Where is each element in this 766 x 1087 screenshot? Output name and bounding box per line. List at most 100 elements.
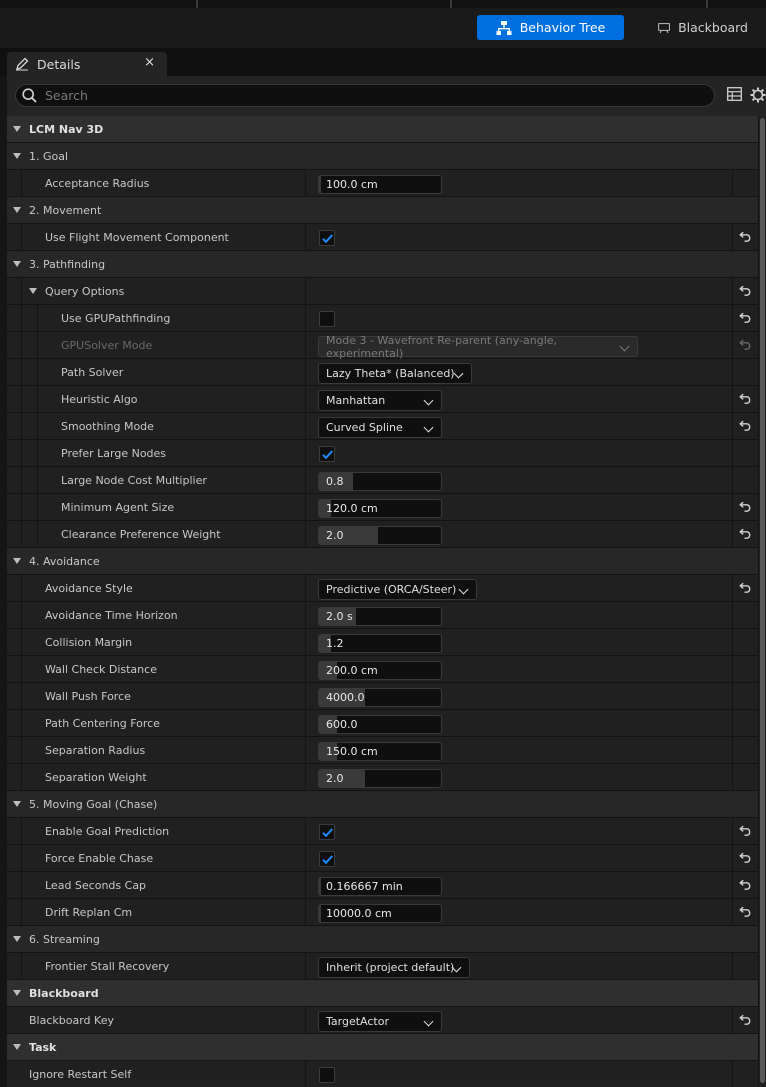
dropdown-value: Inherit (project default)	[326, 961, 455, 974]
scrollbar-thumb[interactable]	[760, 118, 765, 1083]
reset-cell	[732, 278, 758, 304]
category-header-4-avoidance[interactable]: 4. Avoidance	[7, 548, 758, 575]
wall-push-force-input[interactable]: 4000.0	[318, 688, 442, 707]
behavior-tree-mode-button[interactable]: Behavior Tree	[477, 15, 624, 40]
category-header-6-streaming[interactable]: 6. Streaming	[7, 926, 758, 953]
separation-radius-input[interactable]: 150.0 cm	[318, 742, 442, 761]
close-icon[interactable]: ×	[144, 55, 155, 70]
large-node-cost-multiplier-input[interactable]: 0.8	[318, 472, 442, 491]
reset-cell	[732, 332, 758, 358]
force-enable-chase-checkbox[interactable]	[319, 851, 335, 867]
reset-to-default-icon[interactable]	[739, 500, 752, 515]
clearance-preference-weight-input[interactable]: 2.0	[318, 526, 442, 545]
collapse-arrow-icon[interactable]	[13, 801, 21, 807]
property-label: Collision Margin	[45, 635, 133, 649]
collapse-arrow-icon[interactable]	[13, 153, 21, 159]
blackboard-key-dropdown[interactable]: TargetActor	[318, 1011, 442, 1032]
table-view-icon[interactable]	[727, 87, 742, 101]
collapse-arrow-icon[interactable]	[13, 261, 21, 267]
property-value-cell	[305, 224, 732, 250]
property-value-cell: Lazy Theta* (Balanced)	[305, 359, 732, 385]
indent-guide	[21, 899, 22, 925]
use-flight-movement-component-checkbox[interactable]	[319, 230, 335, 246]
property-row-acceptance-radius: Acceptance Radius 100.0 cm	[7, 170, 758, 197]
reset-to-default-icon[interactable]	[739, 392, 752, 407]
value-slider-fill	[319, 905, 322, 922]
property-name-cell: Collision Margin	[7, 629, 305, 655]
reset-to-default-icon[interactable]	[739, 1013, 752, 1028]
enable-goal-prediction-checkbox[interactable]	[319, 824, 335, 840]
reset-to-default-icon[interactable]	[739, 905, 752, 920]
vertical-scrollbar[interactable]	[759, 116, 766, 1087]
collision-margin-input[interactable]: 1.2	[318, 634, 442, 653]
frontier-stall-recovery-dropdown[interactable]: Inherit (project default)	[318, 957, 470, 978]
property-row-enable-goal-prediction: Enable Goal Prediction	[7, 818, 758, 845]
reset-cell	[732, 737, 758, 763]
indent-guide	[21, 521, 22, 547]
reset-to-default-icon[interactable]	[739, 230, 752, 245]
heuristic-algo-dropdown[interactable]: Manhattan	[318, 390, 442, 411]
property-name-cell: Acceptance Radius	[7, 170, 305, 196]
collapse-arrow-icon[interactable]	[13, 558, 21, 564]
property-value-cell: Manhattan	[305, 386, 732, 412]
chevron-down-icon	[423, 395, 434, 406]
section-header-lcm-nav-3d[interactable]: LCM Nav 3D	[7, 116, 758, 143]
reset-to-default-icon[interactable]	[739, 527, 752, 542]
reset-to-default-icon[interactable]	[739, 311, 752, 326]
section-header-blackboard[interactable]: Blackboard	[7, 980, 758, 1007]
reset-to-default-icon[interactable]	[739, 581, 752, 596]
field-value: 120.0 cm	[326, 502, 378, 515]
reset-cell	[732, 1061, 758, 1087]
reset-to-default-icon[interactable]	[739, 419, 752, 434]
gear-icon[interactable]	[750, 87, 766, 103]
reset-cell	[732, 602, 758, 628]
reset-to-default-icon[interactable]	[739, 284, 752, 299]
indent-guide	[21, 494, 22, 520]
indent-guide	[37, 413, 38, 439]
tab-details[interactable]: Details ×	[7, 52, 167, 76]
collapse-arrow-icon[interactable]	[13, 207, 21, 213]
minimum-agent-size-input[interactable]: 120.0 cm	[318, 499, 442, 518]
property-name-cell: Ignore Restart Self	[7, 1061, 305, 1087]
reset-to-default-icon[interactable]	[739, 878, 752, 893]
ignore-restart-self-checkbox[interactable]	[319, 1067, 335, 1083]
collapse-arrow-icon[interactable]	[13, 936, 21, 942]
path-solver-dropdown[interactable]: Lazy Theta* (Balanced)	[318, 363, 472, 384]
path-centering-force-input[interactable]: 600.0	[318, 715, 442, 734]
separation-weight-input[interactable]: 2.0	[318, 769, 442, 788]
property-value-cell	[305, 1061, 732, 1087]
blackboard-mode-button[interactable]: Blackboard	[648, 15, 758, 40]
collapse-arrow-icon[interactable]	[13, 1044, 21, 1050]
avoidance-style-dropdown[interactable]: Predictive (ORCA/Steer)	[318, 579, 477, 600]
indent-guide	[37, 440, 38, 466]
indent-guide	[21, 602, 22, 628]
category-name-cell: 5. Moving Goal (Chase)	[7, 791, 758, 817]
indent-guide	[21, 818, 22, 844]
category-header-3-pathfinding[interactable]: 3. Pathfinding	[7, 251, 758, 278]
search-input[interactable]: Search	[15, 84, 715, 107]
category-header-1-goal[interactable]: 1. Goal	[7, 143, 758, 170]
section-header-task[interactable]: Task	[7, 1034, 758, 1061]
avoidance-time-horizon-input[interactable]: 2.0 s	[318, 607, 442, 626]
use-gpupathfinding-checkbox[interactable]	[319, 311, 335, 327]
collapse-arrow-icon[interactable]	[13, 990, 21, 996]
category-header-5-moving-goal-chase[interactable]: 5. Moving Goal (Chase)	[7, 791, 758, 818]
category-header-2-movement[interactable]: 2. Movement	[7, 197, 758, 224]
property-label: Frontier Stall Recovery	[45, 959, 170, 973]
reset-to-default-icon[interactable]	[739, 824, 752, 839]
property-name-cell: Frontier Stall Recovery	[7, 953, 305, 979]
property-row-avoidance-time-horizon: Avoidance Time Horizon 2.0 s	[7, 602, 758, 629]
prefer-large-nodes-checkbox[interactable]	[319, 446, 335, 462]
collapse-arrow-icon[interactable]	[13, 126, 21, 132]
collapse-arrow-icon[interactable]	[29, 288, 37, 294]
acceptance-radius-input[interactable]: 100.0 cm	[318, 175, 442, 194]
property-row-wall-push-force: Wall Push Force 4000.0	[7, 683, 758, 710]
reset-cell	[732, 575, 758, 601]
wall-check-distance-input[interactable]: 200.0 cm	[318, 661, 442, 680]
smoothing-mode-dropdown[interactable]: Curved Spline	[318, 417, 442, 438]
lead-seconds-cap-input[interactable]: 0.166667 min	[318, 877, 442, 896]
indent-guide	[21, 710, 22, 736]
reset-to-default-icon[interactable]	[739, 851, 752, 866]
dropdown-value: TargetActor	[326, 1015, 389, 1028]
drift-replan-cm-input[interactable]: 10000.0 cm	[318, 904, 442, 923]
